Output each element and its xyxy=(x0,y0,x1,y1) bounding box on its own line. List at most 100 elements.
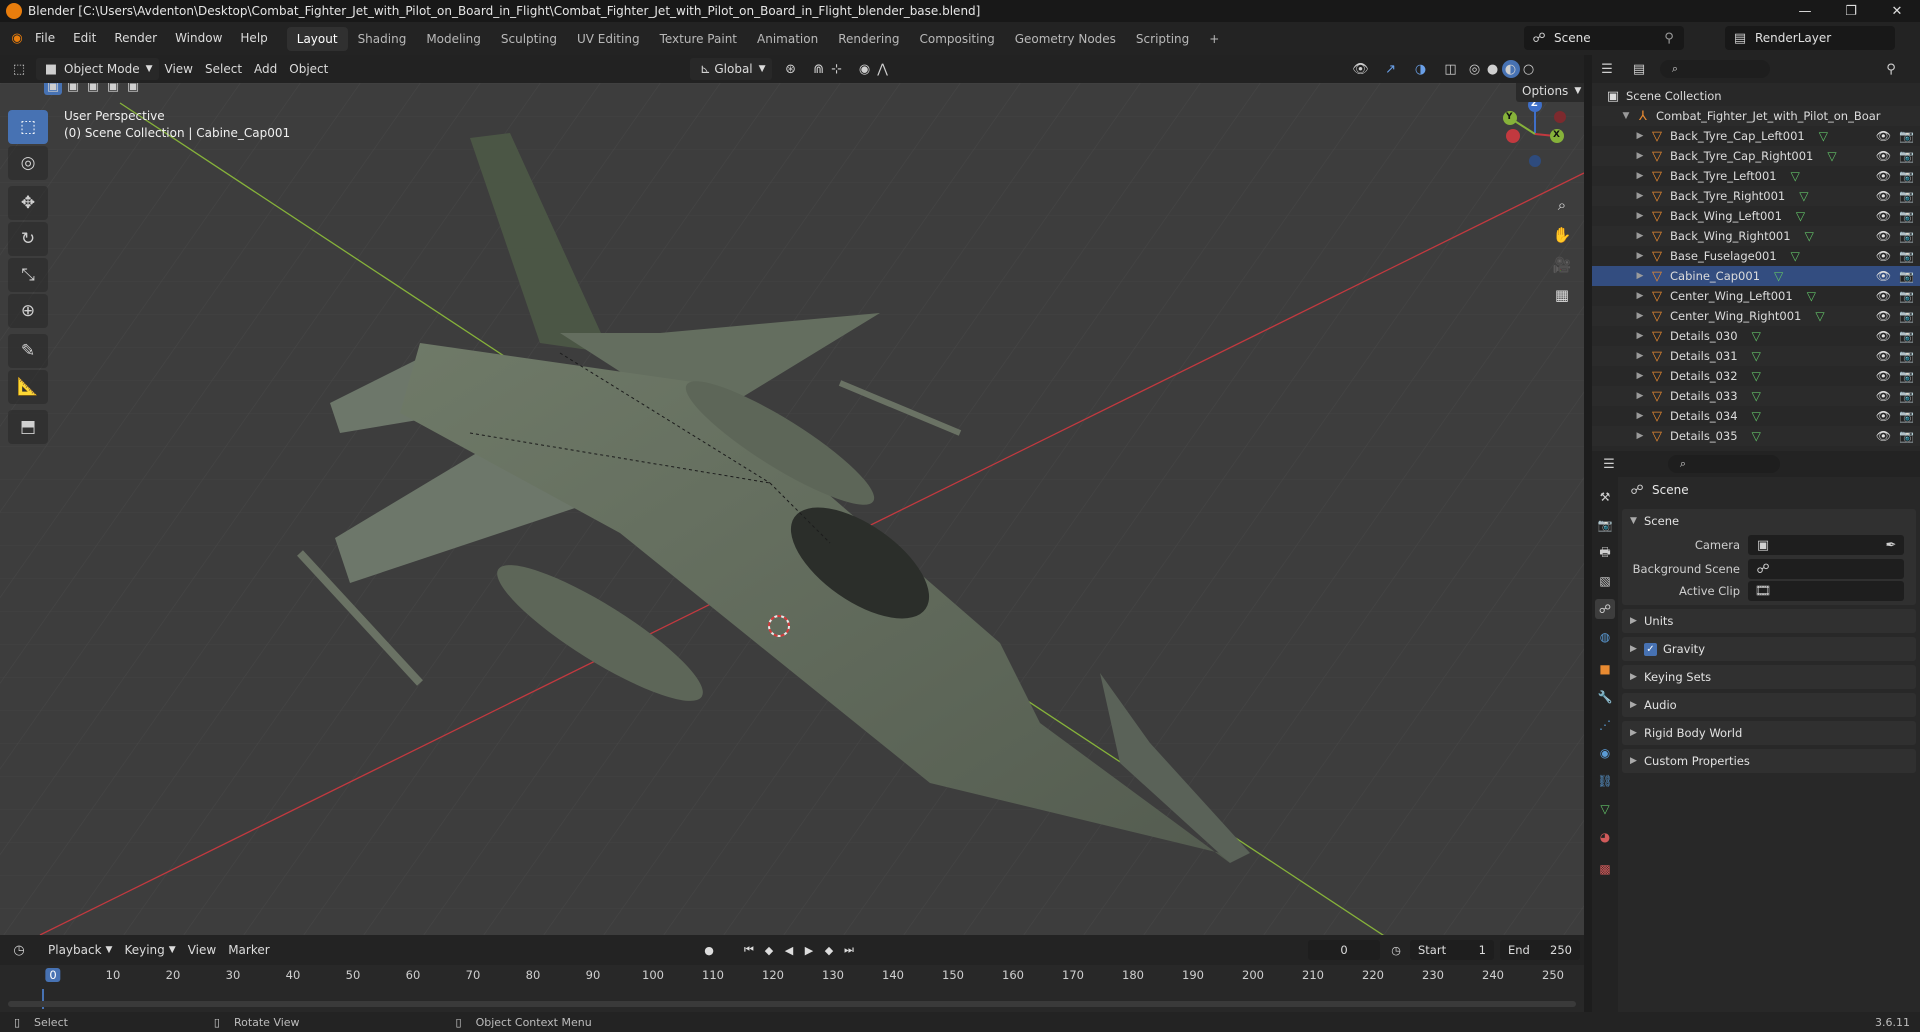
outliner-editor-type-icon[interactable]: ☰ xyxy=(1598,60,1616,78)
tab-shading[interactable]: Shading xyxy=(348,27,417,51)
scale-tool-icon[interactable]: ⤡ xyxy=(8,258,48,292)
mesh-data-icon[interactable]: ▽ xyxy=(1752,429,1761,443)
menu-render[interactable]: Render xyxy=(105,22,166,55)
eye-icon[interactable]: 👁 xyxy=(1876,129,1891,143)
timeline-menu-view[interactable]: View xyxy=(182,939,222,961)
active-clip-field[interactable]: 🎞 xyxy=(1748,581,1904,601)
mesh-data-icon[interactable]: ▽ xyxy=(1752,329,1761,343)
audio-section[interactable]: ▶ Audio xyxy=(1622,693,1916,717)
units-section[interactable]: ▶ Units xyxy=(1622,609,1916,633)
eye-icon[interactable]: 👁 xyxy=(1876,249,1891,263)
tab-rendering[interactable]: Rendering xyxy=(828,27,909,51)
gizmo-toggle-icon[interactable]: ↗ xyxy=(1382,60,1400,78)
viewport-menu-select[interactable]: Select xyxy=(199,58,248,80)
menu-file[interactable]: File xyxy=(26,22,64,55)
start-frame-field[interactable]: Start 1 xyxy=(1410,940,1494,960)
pan-hand-icon[interactable]: ✋ xyxy=(1548,221,1576,249)
tab-uv-editing[interactable]: UV Editing xyxy=(567,27,650,51)
expand-icon[interactable]: ▶ xyxy=(1634,351,1646,361)
outliner-row[interactable]: ▶ ▽ Center_Wing_Right001 ▽ 👁 📷 xyxy=(1592,306,1920,326)
tab-animation[interactable]: Animation xyxy=(747,27,828,51)
wireframe-shading-icon[interactable]: ◎ xyxy=(1466,60,1484,78)
eye-icon[interactable]: 👁 xyxy=(1876,309,1891,323)
zoom-icon[interactable]: ⌕ xyxy=(1548,191,1576,219)
view-layer-tab-icon[interactable]: ▧ xyxy=(1595,571,1615,591)
gravity-checkbox[interactable]: ✓ xyxy=(1644,642,1657,656)
proportional-edit-icon[interactable]: ◉ xyxy=(856,60,874,78)
scene-collection-row[interactable]: ▣ Scene Collection xyxy=(1592,86,1920,106)
camera-icon[interactable]: 📷 xyxy=(1899,269,1914,283)
outliner-row[interactable]: ▶ ▽ Details_032 ▽ 👁 📷 xyxy=(1592,366,1920,386)
preview-range-icon[interactable]: ◷ xyxy=(1387,941,1405,959)
snap-icon[interactable]: ⋒ xyxy=(810,60,828,78)
expand-icon[interactable]: ▶ xyxy=(1634,211,1646,221)
jump-end-icon[interactable]: ⏭ xyxy=(840,941,858,959)
orientation-gizmo[interactable]: Z Y X xyxy=(1500,98,1570,169)
mesh-data-icon[interactable]: ▽ xyxy=(1796,209,1805,223)
falloff-icon[interactable]: ⋀ xyxy=(874,60,892,78)
close-button[interactable]: ✕ xyxy=(1874,0,1920,22)
filter-icon[interactable]: ⚲ xyxy=(1882,60,1900,78)
outliner-row[interactable]: ▶ ▽ Details_034 ▽ 👁 📷 xyxy=(1592,406,1920,426)
annotate-tool-icon[interactable]: ✎ xyxy=(8,334,48,368)
camera-icon[interactable]: 📷 xyxy=(1899,349,1914,363)
timeline-menu-playback[interactable]: Playback ▼ xyxy=(42,939,118,961)
scene-selector[interactable]: ☍ Scene ⚲ xyxy=(1524,26,1684,50)
material-shading-icon[interactable]: ◐ xyxy=(1501,60,1520,78)
outliner-row[interactable]: ▶ ▽ Back_Tyre_Left001 ▽ 👁 📷 xyxy=(1592,166,1920,186)
eye-icon[interactable]: 👁 xyxy=(1876,169,1891,183)
mesh-data-icon[interactable]: ▽ xyxy=(1791,169,1800,183)
eye-icon[interactable]: 👁 xyxy=(1876,289,1891,303)
properties-search-input[interactable]: ⌕ xyxy=(1668,455,1780,473)
viewport-menu-add[interactable]: Add xyxy=(248,58,283,80)
tool-tab-icon[interactable]: ⚒ xyxy=(1595,487,1615,507)
timeline-menu-marker[interactable]: Marker xyxy=(222,939,275,961)
mesh-data-icon[interactable]: ▽ xyxy=(1799,189,1808,203)
options-dropdown[interactable]: Options ▼ xyxy=(1516,83,1584,102)
select-extend-icon[interactable]: ▣ xyxy=(64,83,82,95)
expand-icon[interactable]: ▶ xyxy=(1634,251,1646,261)
jump-start-icon[interactable]: ⏮ xyxy=(740,941,758,959)
display-mode-icon[interactable]: ▤ xyxy=(1630,60,1648,78)
timeline-area[interactable]: 0 10 20 30 40 50 60 70 80 90 100 110 120 130 140 150 160… xyxy=(0,965,1584,1012)
mesh-data-icon[interactable]: ▽ xyxy=(1752,349,1761,363)
material-tab-icon[interactable]: ◕ xyxy=(1595,827,1615,847)
snap-target-icon[interactable]: ⊹ xyxy=(828,60,846,78)
editor-type-icon[interactable]: ⬚ xyxy=(10,60,28,78)
camera-icon[interactable]: 📷 xyxy=(1899,309,1914,323)
rendered-shading-icon[interactable]: ○ xyxy=(1520,60,1538,78)
texture-tab-icon[interactable]: ▩ xyxy=(1595,859,1615,879)
expand-icon[interactable]: ▶ xyxy=(1634,171,1646,181)
output-tab-icon[interactable]: 🖶 xyxy=(1595,543,1615,563)
play-reverse-icon[interactable]: ◀ xyxy=(780,941,798,959)
outliner-row[interactable]: ▶ ▽ Base_Fuselage001 ▽ 👁 📷 xyxy=(1592,246,1920,266)
select-intersect-icon[interactable]: ▣ xyxy=(124,83,142,95)
mesh-data-icon[interactable]: ▽ xyxy=(1807,289,1816,303)
mesh-data-icon[interactable]: ▽ xyxy=(1774,269,1783,283)
background-scene-field[interactable]: ☍ xyxy=(1748,559,1904,579)
select-invert-icon[interactable]: ▣ xyxy=(104,83,122,95)
outliner-row[interactable]: ▶ ▽ Back_Tyre_Cap_Left001 ▽ 👁 📷 xyxy=(1592,126,1920,146)
camera-icon[interactable]: 📷 xyxy=(1899,409,1914,423)
mesh-data-icon[interactable]: ▽ xyxy=(1752,369,1761,383)
properties-editor-type-icon[interactable]: ☰ xyxy=(1600,455,1618,473)
mesh-data-icon[interactable]: ▽ xyxy=(1827,149,1836,163)
object-tab-icon[interactable]: ■ xyxy=(1595,659,1615,679)
camera-icon[interactable]: 📷 xyxy=(1899,289,1914,303)
expand-icon[interactable]: ▶ xyxy=(1634,371,1646,381)
expand-icon[interactable]: ▶ xyxy=(1634,291,1646,301)
eye-icon[interactable]: 👁 xyxy=(1876,349,1891,363)
camera-icon[interactable]: 📷 xyxy=(1899,249,1914,263)
transform-tool-icon[interactable]: ⊕ xyxy=(8,294,48,328)
outliner-search-input[interactable]: ⌕ xyxy=(1660,60,1770,78)
expand-icon[interactable]: ▶ xyxy=(1634,391,1646,401)
mesh-data-icon[interactable]: ▽ xyxy=(1819,129,1828,143)
custom-properties-section[interactable]: ▶ Custom Properties xyxy=(1622,749,1916,773)
solid-shading-icon[interactable]: ● xyxy=(1484,60,1502,78)
rotate-tool-icon[interactable]: ↻ xyxy=(8,222,48,256)
pivot-icon[interactable]: ⊛ xyxy=(782,60,800,78)
scene-tab-icon[interactable]: ☍ xyxy=(1595,599,1615,619)
menu-edit[interactable]: Edit xyxy=(64,22,105,55)
tab-scripting[interactable]: Scripting xyxy=(1126,27,1199,51)
camera-icon[interactable]: 📷 xyxy=(1899,189,1914,203)
